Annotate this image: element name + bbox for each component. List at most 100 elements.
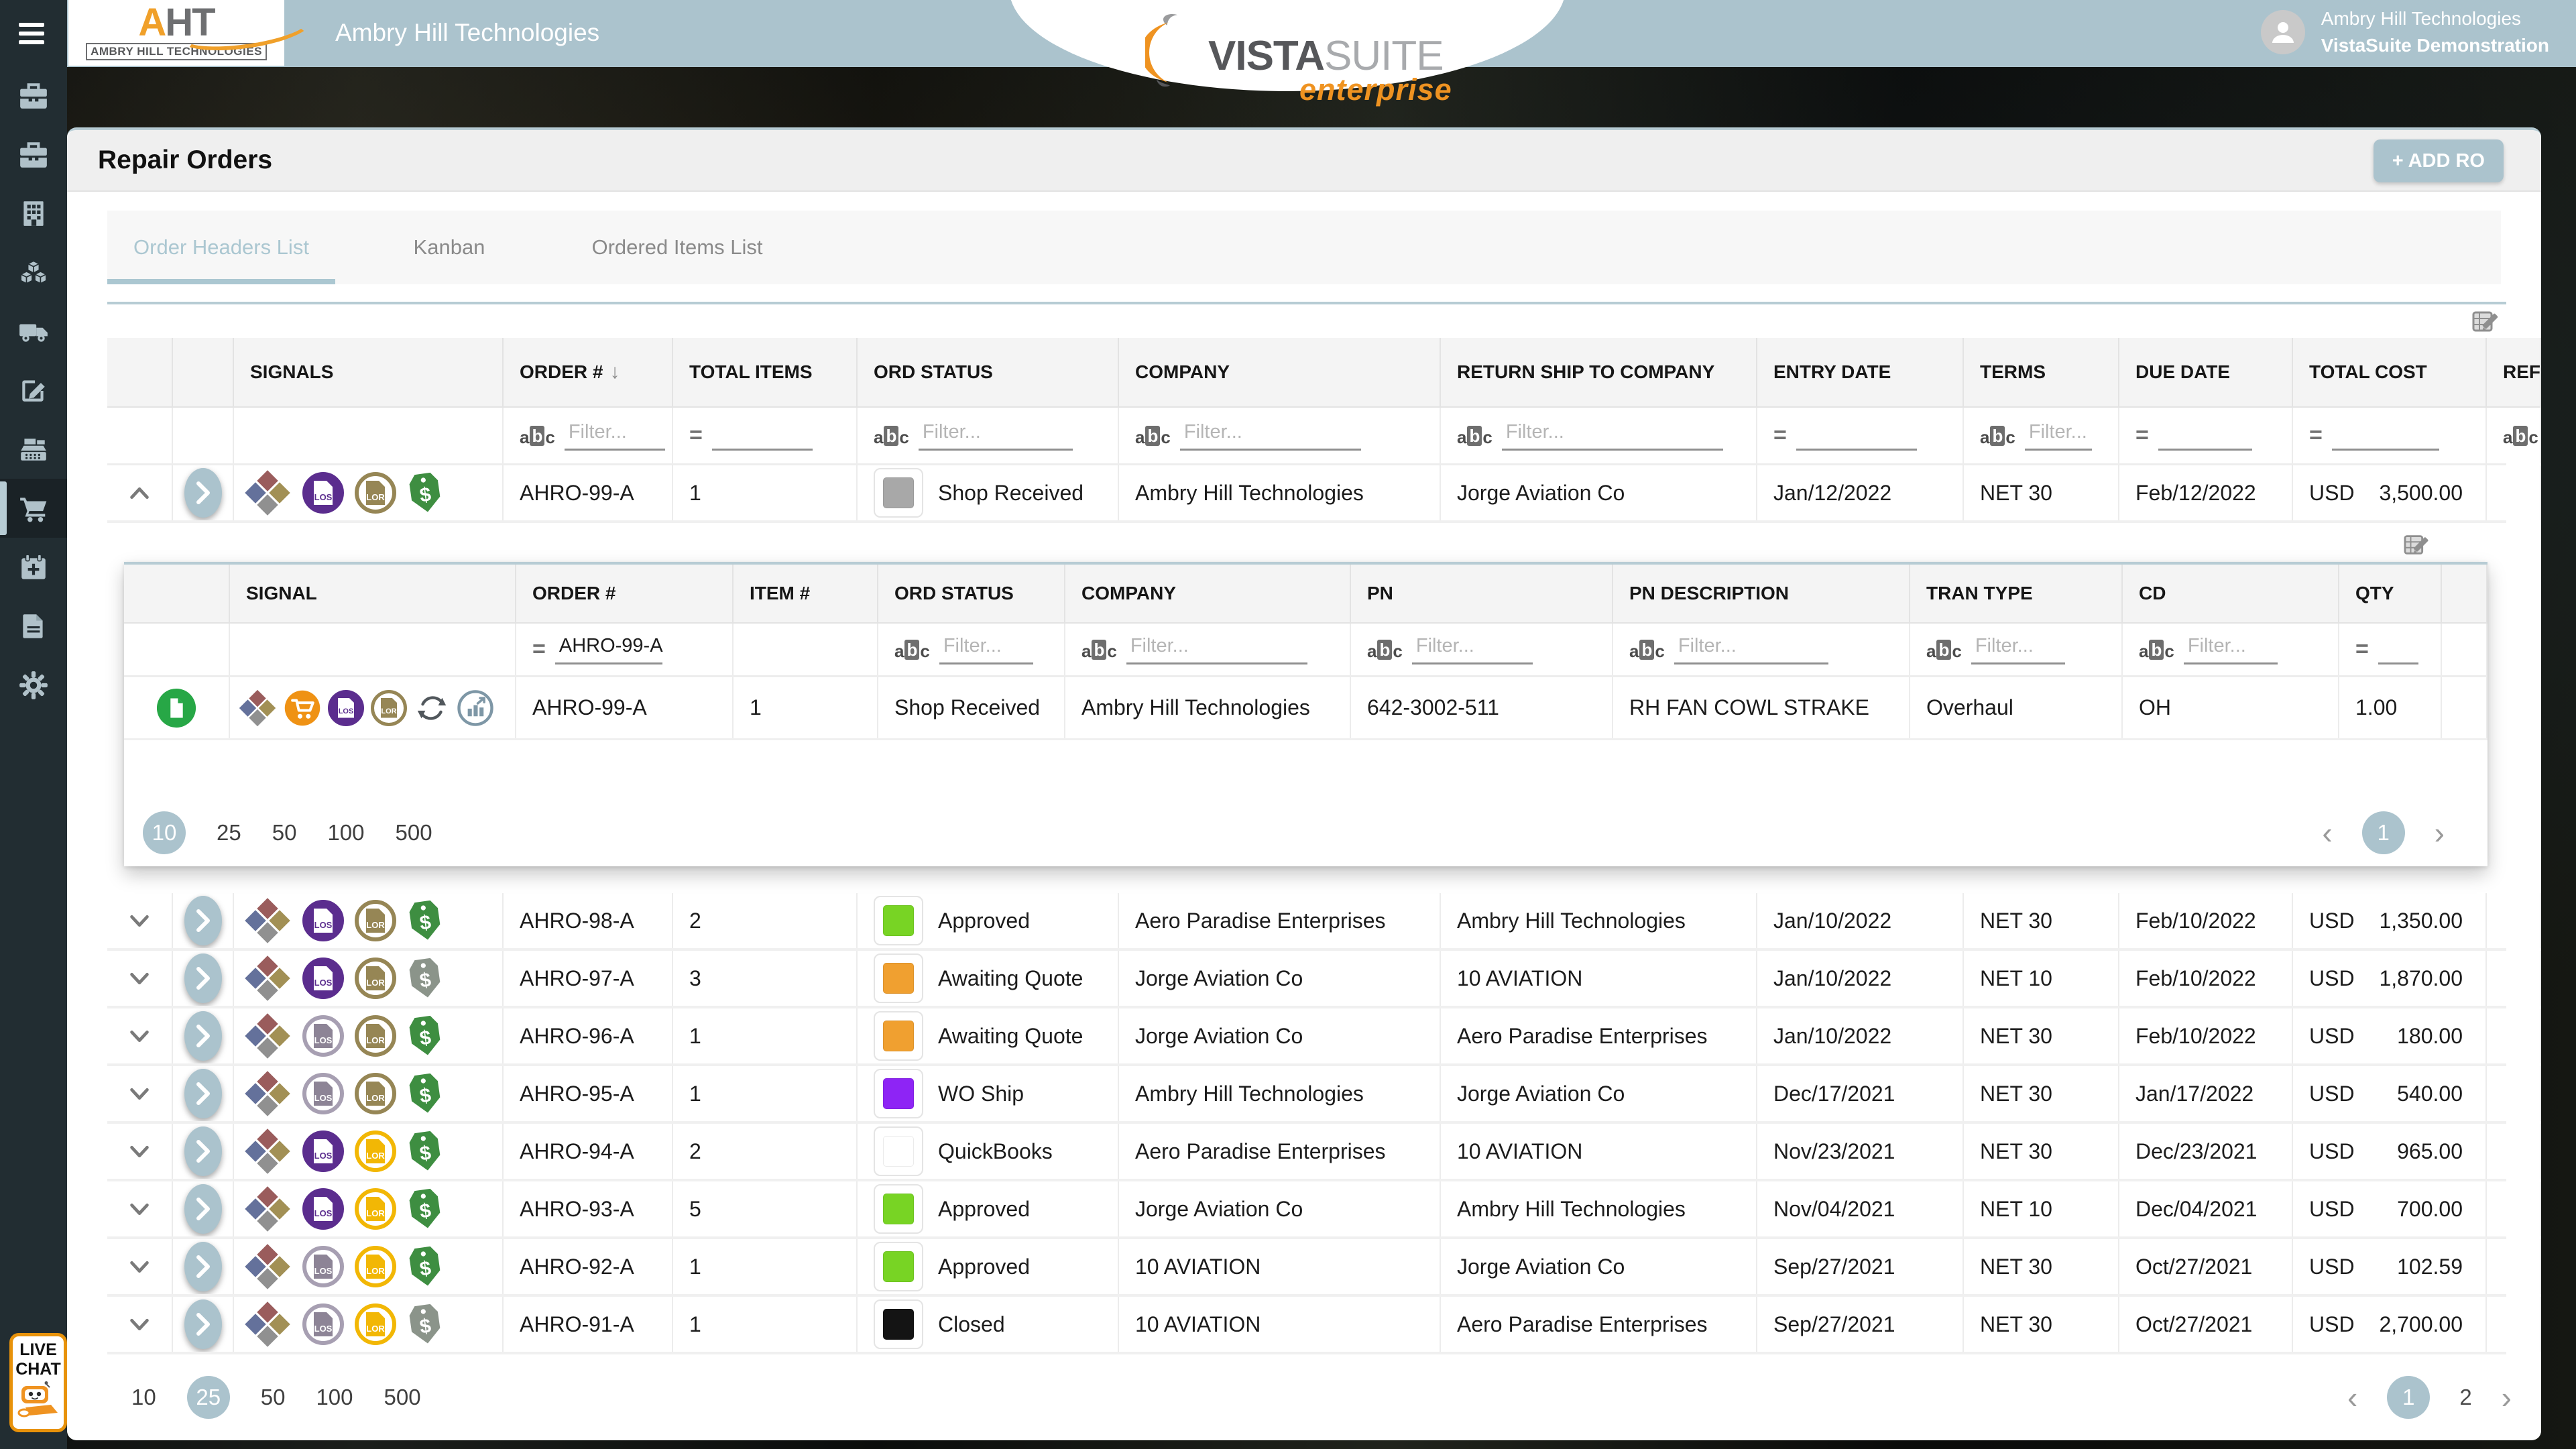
order-filter-input[interactable]: Filter... xyxy=(565,421,665,451)
sidebar-item-scheduling[interactable] xyxy=(0,538,67,597)
lor-signal-icon[interactable]: LOR xyxy=(355,472,396,514)
sub-tran-filter-input[interactable]: Filter... xyxy=(1971,635,2065,664)
status-filter-input[interactable]: Filter... xyxy=(919,421,1073,451)
open-order-button[interactable] xyxy=(184,1184,222,1234)
collapse-row-button[interactable] xyxy=(127,483,152,503)
column-chooser-icon[interactable] xyxy=(2403,531,2433,558)
col-header-return-ship[interactable]: RETURN SHIP TO COMPANY xyxy=(1441,338,1757,408)
diamond-signal-icon[interactable] xyxy=(238,689,277,728)
sub-company-filter-input[interactable]: Filter... xyxy=(1126,635,1307,664)
sidebar-item-orders[interactable] xyxy=(0,361,67,420)
tab-ordered-items-list[interactable]: Ordered Items List xyxy=(563,211,791,284)
entry-filter-input[interactable] xyxy=(1796,421,1917,451)
chevron-right-icon[interactable]: › xyxy=(2502,1382,2512,1413)
sub-qty-filter-input[interactable] xyxy=(2378,635,2418,664)
column-chooser-icon[interactable] xyxy=(2471,307,2502,335)
col-header-total-cost[interactable]: TOTAL COST xyxy=(2293,338,2487,408)
subcol-header-pn-description[interactable]: PN DESCRIPTION xyxy=(1613,565,1910,624)
los-signal-icon[interactable]: LOS xyxy=(328,690,364,726)
chevron-left-icon[interactable]: ‹ xyxy=(2322,817,2332,848)
filter-type-icon[interactable]: abc xyxy=(1980,426,2015,446)
page-size-50[interactable]: 50 xyxy=(272,820,297,846)
sidebar-item-settings[interactable] xyxy=(0,656,67,715)
diamond-signal-icon[interactable] xyxy=(243,1242,292,1291)
col-header-entry-date[interactable]: ENTRY DATE xyxy=(1757,338,1964,408)
subcol-header-cd[interactable]: CD xyxy=(2123,565,2339,624)
price-tag-icon[interactable] xyxy=(407,1130,443,1173)
subcol-header-pn[interactable]: PN xyxy=(1351,565,1613,624)
los-signal-icon[interactable]: LOS xyxy=(302,1246,344,1287)
sidebar-item-toolbox[interactable] xyxy=(0,66,67,125)
subcol-header-order[interactable]: ORDER # xyxy=(516,565,734,624)
equals-filter-icon[interactable]: = xyxy=(2309,422,2323,449)
chevron-right-icon[interactable]: › xyxy=(2435,817,2445,848)
los-signal-icon[interactable]: LOS xyxy=(302,900,344,941)
los-signal-icon[interactable]: LOS xyxy=(302,1015,344,1057)
subcol-header-tran-type[interactable]: TRAN TYPE xyxy=(1910,565,2123,624)
filter-type-icon[interactable]: abc xyxy=(1367,640,1403,660)
expand-row-button[interactable] xyxy=(127,1257,152,1277)
sub-cd-filter-input[interactable]: Filter... xyxy=(2184,635,2278,664)
lor-signal-icon[interactable]: LOR xyxy=(355,1015,396,1057)
filter-type-icon[interactable]: abc xyxy=(1457,426,1492,446)
sidebar-item-shipping[interactable] xyxy=(0,302,67,361)
page-size-500[interactable]: 500 xyxy=(384,1385,421,1410)
page-size-100[interactable]: 100 xyxy=(316,1385,353,1410)
equals-filter-icon[interactable]: = xyxy=(689,422,703,449)
chevron-left-icon[interactable]: ‹ xyxy=(2347,1382,2357,1413)
subcol-header-company[interactable]: COMPANY xyxy=(1065,565,1351,624)
lor-signal-icon[interactable]: LOR xyxy=(355,900,396,941)
return-filter-input[interactable]: Filter... xyxy=(1502,421,1723,451)
page-size-100[interactable]: 100 xyxy=(327,820,364,846)
expand-row-button[interactable] xyxy=(127,1026,152,1046)
lor-signal-icon[interactable]: LOR xyxy=(355,1303,396,1345)
diamond-signal-icon[interactable] xyxy=(243,1300,292,1348)
subcol-header-item[interactable]: ITEM # xyxy=(734,565,878,624)
open-order-button[interactable] xyxy=(184,1011,222,1061)
lor-signal-icon[interactable]: LOR xyxy=(371,690,407,726)
filter-type-icon[interactable]: abc xyxy=(1629,640,1665,660)
sidebar-item-sales[interactable] xyxy=(0,420,67,479)
price-tag-icon[interactable] xyxy=(407,1245,443,1288)
page-size-25[interactable]: 25 xyxy=(217,820,241,846)
expand-row-button[interactable] xyxy=(127,911,152,931)
live-chat-button[interactable]: LIVE CHAT xyxy=(9,1333,67,1432)
avatar[interactable] xyxy=(2261,10,2305,54)
user-menu[interactable]: Ambry Hill Technologies VistaSuite Demon… xyxy=(2261,8,2549,56)
open-order-button[interactable] xyxy=(184,1069,222,1118)
hamburger-menu-icon[interactable] xyxy=(19,23,44,44)
filter-type-icon[interactable]: abc xyxy=(520,426,555,446)
sub-desc-filter-input[interactable]: Filter... xyxy=(1674,635,1828,664)
filter-type-icon[interactable]: abc xyxy=(1135,426,1171,446)
item-document-icon[interactable] xyxy=(156,687,197,729)
page-size-10[interactable]: 10 xyxy=(143,811,186,854)
expand-row-button[interactable] xyxy=(127,1084,152,1104)
los-signal-icon[interactable]: LOS xyxy=(302,472,344,514)
diamond-signal-icon[interactable] xyxy=(243,1127,292,1175)
open-order-button[interactable] xyxy=(184,896,222,945)
col-header-order[interactable]: ORDER #↓ xyxy=(504,338,673,408)
filter-type-icon[interactable]: abc xyxy=(894,640,930,660)
lor-signal-icon[interactable]: LOR xyxy=(355,1073,396,1114)
diamond-signal-icon[interactable] xyxy=(243,1185,292,1233)
export-chart-icon[interactable] xyxy=(457,689,494,727)
page-1-button[interactable]: 1 xyxy=(2362,811,2405,854)
filter-type-icon[interactable]: abc xyxy=(1926,640,1962,660)
expand-row-button[interactable] xyxy=(127,968,152,988)
sidebar-item-inventory[interactable] xyxy=(0,243,67,302)
add-ro-button[interactable]: + ADD RO xyxy=(2374,139,2504,182)
company-filter-input[interactable]: Filter... xyxy=(1180,421,1361,451)
open-order-button[interactable] xyxy=(184,953,222,1003)
page-size-500[interactable]: 500 xyxy=(396,820,432,846)
sidebar-item-building[interactable] xyxy=(0,184,67,243)
page-2-button[interactable]: 2 xyxy=(2459,1385,2471,1410)
open-order-button[interactable] xyxy=(184,1126,222,1176)
col-header-terms[interactable]: TERMS xyxy=(1964,338,2119,408)
lor-signal-icon[interactable]: LOR xyxy=(355,1188,396,1230)
exchange-signal-icon[interactable] xyxy=(414,690,450,726)
sub-order-filter-input[interactable]: AHRO-99-A xyxy=(555,635,662,664)
subcol-header-signal[interactable]: SIGNAL xyxy=(230,565,516,624)
col-header-ord-status[interactable]: ORD STATUS xyxy=(858,338,1119,408)
los-signal-icon[interactable]: LOS xyxy=(302,958,344,999)
los-signal-icon[interactable]: LOS xyxy=(302,1131,344,1172)
